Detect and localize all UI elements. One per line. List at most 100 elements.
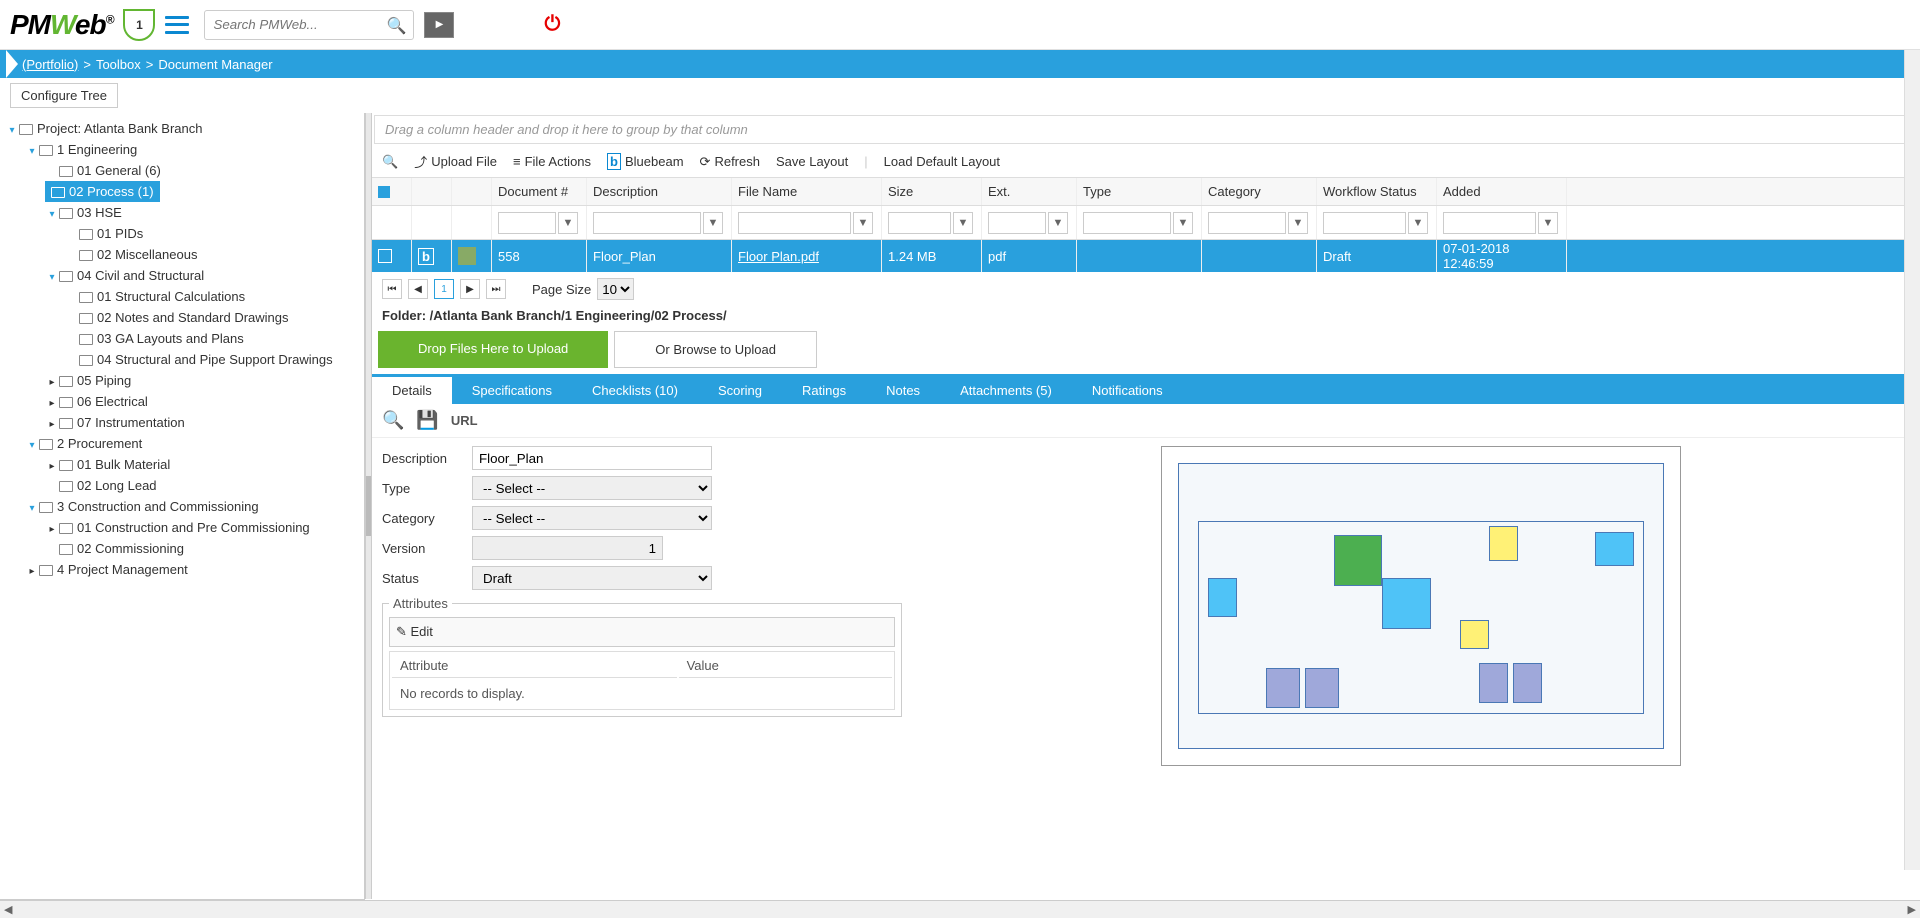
filter-icon[interactable]: ▼	[1288, 212, 1308, 234]
tree-process[interactable]: 02 Process (1)	[45, 181, 160, 202]
page-hscroll[interactable]: ◀▶	[0, 900, 1920, 918]
load-layout-button[interactable]: Load Default Layout	[884, 154, 1000, 169]
preview-frame[interactable]	[1161, 446, 1681, 766]
filter-desc[interactable]	[593, 212, 701, 234]
pager-prev[interactable]: ◀	[408, 279, 428, 299]
filter-icon[interactable]: ▼	[1408, 212, 1428, 234]
table-row[interactable]: b 558 Floor_Plan Floor Plan.pdf 1.24 MB …	[372, 240, 1920, 272]
search-icon[interactable]: 🔍	[387, 16, 407, 36]
search-input[interactable]	[204, 10, 414, 40]
save-icon[interactable]: 💾	[416, 410, 438, 431]
desc-input[interactable]	[472, 446, 712, 470]
breadcrumb-toolbox[interactable]: Toolbox	[96, 57, 141, 72]
col-doc[interactable]: Document #	[492, 178, 587, 205]
splitter[interactable]	[365, 113, 372, 899]
tree-electrical[interactable]: ▸06 Electrical	[45, 391, 364, 412]
filter-icon[interactable]: ▼	[953, 212, 973, 234]
cat-select[interactable]: -- Select --	[472, 506, 712, 530]
tree-struct-calc[interactable]: 01 Structural Calculations	[65, 286, 364, 307]
select-all-checkbox[interactable]	[378, 186, 390, 198]
col-wf[interactable]: Workflow Status	[1317, 178, 1437, 205]
group-hint[interactable]: Drag a column header and drop it here to…	[374, 115, 1918, 144]
tree-bulk[interactable]: ▸01 Bulk Material	[45, 454, 364, 475]
tree-procurement[interactable]: ▾2 Procurement	[25, 433, 364, 454]
tree-pids[interactable]: 01 PIDs	[65, 223, 364, 244]
filter-size[interactable]	[888, 212, 951, 234]
row-checkbox[interactable]	[378, 249, 392, 263]
configure-tree-button[interactable]: Configure Tree	[10, 83, 118, 108]
pager-last[interactable]: ⏭	[486, 279, 506, 299]
tree-general[interactable]: 01 General (6)	[45, 160, 364, 181]
tree-misc[interactable]: 02 Miscellaneous	[65, 244, 364, 265]
logo-pm: PM	[10, 9, 50, 40]
tree-root[interactable]: ▾Project: Atlanta Bank Branch	[5, 118, 364, 139]
pager-next[interactable]: ▶	[460, 279, 480, 299]
filter-wf[interactable]	[1323, 212, 1406, 234]
col-size[interactable]: Size	[882, 178, 982, 205]
tab-ratings[interactable]: Ratings	[782, 377, 866, 404]
filter-cat[interactable]	[1208, 212, 1286, 234]
pager-first[interactable]: ⏮	[382, 279, 402, 299]
tree-piping[interactable]: ▸05 Piping	[45, 370, 364, 391]
filter-type[interactable]	[1083, 212, 1171, 234]
tab-scoring[interactable]: Scoring	[698, 377, 782, 404]
file-link[interactable]: Floor Plan.pdf	[738, 249, 819, 264]
browse-upload-button[interactable]: Or Browse to Upload	[614, 331, 817, 368]
tree-projmgmt[interactable]: ▸4 Project Management	[25, 559, 364, 580]
ver-label: Version	[382, 541, 472, 556]
tab-details[interactable]: Details	[372, 377, 452, 404]
filter-icon[interactable]: ▼	[853, 212, 873, 234]
col-type[interactable]: Type	[1077, 178, 1202, 205]
tree-notes-draw[interactable]: 02 Notes and Standard Drawings	[65, 307, 364, 328]
filter-icon[interactable]: ▼	[703, 212, 723, 234]
detail-search-icon[interactable]: 🔍	[382, 410, 404, 431]
tree-hse[interactable]: ▾03 HSE	[45, 202, 364, 223]
filter-doc[interactable]	[498, 212, 556, 234]
vertical-scrollbar[interactable]	[1904, 50, 1920, 870]
filter-icon[interactable]: ▼	[558, 212, 578, 234]
col-file[interactable]: File Name	[732, 178, 882, 205]
tree-longlead[interactable]: 02 Long Lead	[45, 475, 364, 496]
toolbar-search-icon[interactable]: 🔍	[382, 154, 398, 170]
filter-icon[interactable]: ▼	[1048, 212, 1068, 234]
tree-instrumentation[interactable]: ▸07 Instrumentation	[45, 412, 364, 433]
tree-engineering[interactable]: ▾1 Engineering	[25, 139, 364, 160]
upload-file-button[interactable]: ⤴ Upload File	[414, 152, 497, 171]
bluebeam-row-icon[interactable]: b	[418, 248, 434, 265]
col-added[interactable]: Added	[1437, 178, 1567, 205]
filter-added[interactable]	[1443, 212, 1536, 234]
tree-precom[interactable]: ▸01 Construction and Pre Commissioning	[45, 517, 364, 538]
breadcrumb-portfolio[interactable]: (Portfolio)	[22, 57, 78, 72]
menu-icon[interactable]	[165, 16, 189, 34]
file-actions-button[interactable]: ≡ File Actions	[513, 154, 591, 169]
col-cat[interactable]: Category	[1202, 178, 1317, 205]
filter-icon[interactable]: ▼	[1538, 212, 1558, 234]
tab-checklists[interactable]: Checklists (10)	[572, 377, 698, 404]
power-icon[interactable]: ⏻	[544, 13, 560, 36]
tree-ga-layouts[interactable]: 03 GA Layouts and Plans	[65, 328, 364, 349]
tab-notifications[interactable]: Notifications	[1072, 377, 1183, 404]
tree-construction[interactable]: ▾3 Construction and Commissioning	[25, 496, 364, 517]
filter-file[interactable]	[738, 212, 851, 234]
tree-commissioning[interactable]: 02 Commissioning	[45, 538, 364, 559]
col-desc[interactable]: Description	[587, 178, 732, 205]
pager-page[interactable]: 1	[434, 279, 454, 299]
tab-specifications[interactable]: Specifications	[452, 377, 572, 404]
shield-badge[interactable]: 1	[123, 9, 155, 41]
col-ext[interactable]: Ext.	[982, 178, 1077, 205]
status-select[interactable]: Draft	[472, 566, 712, 590]
edit-button[interactable]: ✎ Edit	[389, 617, 895, 647]
calendar-icon[interactable]: ▶	[424, 12, 454, 38]
tab-notes[interactable]: Notes	[866, 377, 940, 404]
refresh-button[interactable]: ⟳ Refresh	[700, 154, 760, 170]
tree-pipe-support[interactable]: 04 Structural and Pipe Support Drawings	[65, 349, 364, 370]
filter-icon[interactable]: ▼	[1173, 212, 1193, 234]
type-select[interactable]: -- Select --	[472, 476, 712, 500]
drop-files-button[interactable]: Drop Files Here to Upload	[378, 331, 608, 368]
tree-civil[interactable]: ▾04 Civil and Structural	[45, 265, 364, 286]
filter-ext[interactable]	[988, 212, 1046, 234]
save-layout-button[interactable]: Save Layout	[776, 154, 848, 169]
bluebeam-button[interactable]: b Bluebeam	[607, 153, 684, 170]
tab-attachments[interactable]: Attachments (5)	[940, 377, 1072, 404]
page-size-select[interactable]: 10	[597, 278, 634, 300]
